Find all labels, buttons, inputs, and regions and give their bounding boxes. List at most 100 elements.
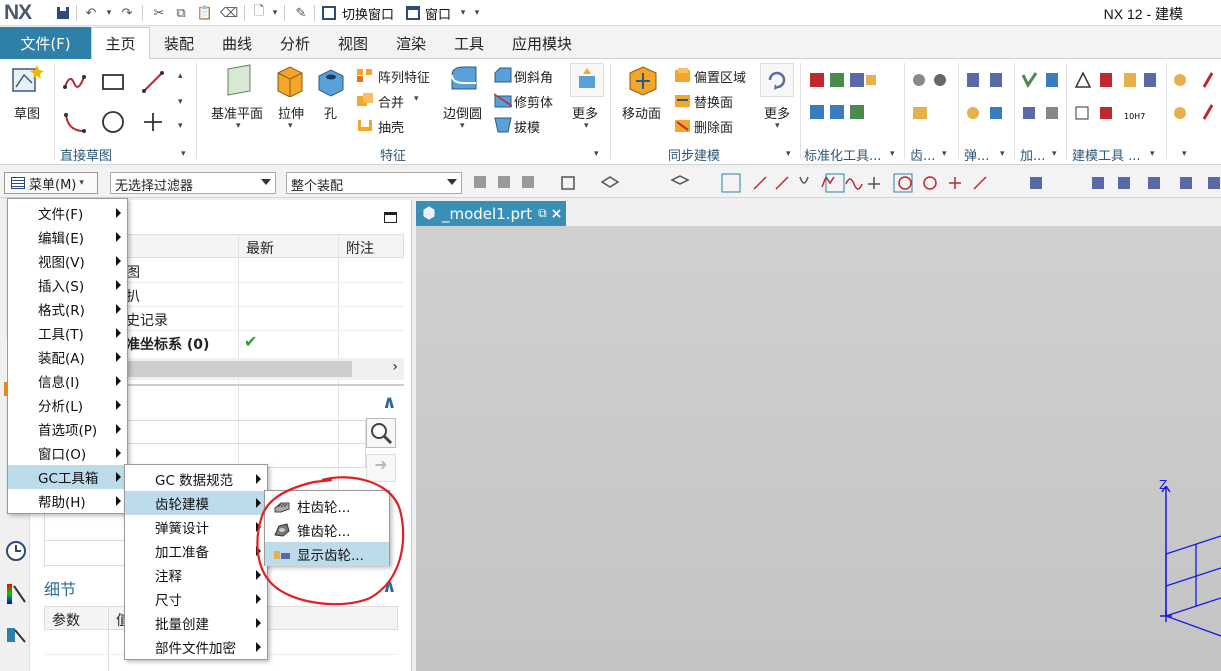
rectangle-icon[interactable]	[100, 69, 126, 99]
switch-window-button[interactable]: 切换窗口	[342, 4, 394, 23]
table-row[interactable]: 扒	[126, 286, 140, 306]
offset-region-icon[interactable]	[674, 67, 692, 87]
chamfer-icon[interactable]	[494, 67, 512, 87]
unite-icon[interactable]	[356, 92, 374, 112]
datum-csys[interactable]	[1156, 486, 1221, 671]
move-face-button[interactable]: 移动面	[622, 103, 661, 122]
pattern-feature-icon[interactable]	[356, 67, 374, 87]
tab-file[interactable]: 文件(F)	[0, 27, 91, 59]
pin-icon[interactable]: ⧉	[538, 206, 547, 221]
datum-plane-button[interactable]: 基准平面	[211, 103, 263, 122]
menu-item-spring-design[interactable]: 弹簧设计	[125, 515, 267, 539]
cut-icon[interactable]: ✂	[150, 4, 168, 22]
circle-icon[interactable]	[100, 109, 126, 139]
tab-curve[interactable]: 曲线	[210, 27, 264, 59]
menu-item-annotation[interactable]: 注释	[125, 563, 267, 587]
switch-window-icon[interactable]	[320, 4, 338, 22]
menu-item-assembly[interactable]: 装配(A)	[8, 345, 127, 369]
extra-tools[interactable]	[1172, 71, 1218, 131]
dropdown-arrow-icon[interactable]: ▾	[288, 121, 293, 131]
edge-blend-button[interactable]: 边倒圆	[443, 103, 482, 122]
menu-item-file[interactable]: 文件(F)	[8, 201, 127, 225]
close-icon[interactable]: ×	[551, 206, 563, 222]
menu-item-gc-toolbox[interactable]: GC工具箱	[8, 465, 127, 489]
move-face-icon[interactable]	[626, 63, 660, 101]
pencil-icon[interactable]: ✎	[292, 4, 310, 22]
menu-item-format[interactable]: 格式(R)	[8, 297, 127, 321]
edge-blend-icon[interactable]	[448, 63, 480, 101]
snap-point-toolbar[interactable]	[470, 172, 1220, 194]
tab-analysis[interactable]: 分析	[268, 27, 322, 59]
more-sync-icon[interactable]	[760, 63, 794, 97]
standardization-tools[interactable]	[808, 71, 878, 131]
menu-item-gc-data-spec[interactable]: GC 数据规范	[125, 467, 267, 491]
extrude-button[interactable]: 拉伸	[278, 103, 304, 122]
trim-body-icon[interactable]	[493, 92, 513, 112]
extrude-icon[interactable]	[274, 63, 306, 101]
undo-icon[interactable]: ↶	[82, 4, 100, 22]
spring-tools[interactable]	[964, 71, 1010, 131]
group-dropdown-icon[interactable]: ▾	[1052, 149, 1057, 159]
table-row[interactable]: 史记录	[126, 310, 168, 330]
palette-icon[interactable]	[5, 582, 27, 610]
shell-icon[interactable]	[356, 117, 374, 137]
delete-icon[interactable]: ⌫	[220, 4, 238, 22]
shell-button[interactable]: 抽壳	[378, 117, 404, 136]
menu-item-edit[interactable]: 编辑(E)	[8, 225, 127, 249]
more-sketch-icon[interactable]: ▾	[178, 121, 183, 131]
delete-face-icon[interactable]	[674, 117, 692, 137]
menu-item-preferences[interactable]: 首选项(P)	[8, 417, 127, 441]
hole-button[interactable]: 孔	[324, 103, 337, 122]
copy-icon[interactable]: ⧉	[172, 4, 190, 22]
tab-view[interactable]: 视图	[326, 27, 380, 59]
menu-item-tools[interactable]: 工具(T)	[8, 321, 127, 345]
replace-face-button[interactable]: 替换面	[694, 92, 733, 111]
window-menu-button[interactable]: 窗口	[425, 4, 451, 23]
group-dropdown-icon[interactable]: ▾	[181, 149, 186, 159]
replace-face-icon[interactable]	[674, 92, 692, 112]
tab-home[interactable]: 主页	[91, 27, 150, 59]
redo-icon[interactable]: ↷	[118, 4, 136, 22]
tab-render[interactable]: 渲染	[384, 27, 438, 59]
group-dropdown-icon[interactable]: ▾	[890, 149, 895, 159]
menu-item-dimension[interactable]: 尺寸	[125, 587, 267, 611]
menu-item-window[interactable]: 窗口(O)	[8, 441, 127, 465]
selection-scope-combo[interactable]: 整个装配	[286, 172, 462, 194]
gear-tools[interactable]	[910, 71, 956, 131]
tab-assembly[interactable]: 装配	[152, 27, 206, 59]
more-sync-button[interactable]: 更多	[764, 103, 790, 122]
dropdown-arrow-icon[interactable]: ▾	[236, 121, 241, 131]
modeling-tools[interactable]: 10H7	[1074, 71, 1164, 131]
collapse-icon[interactable]: ∧	[382, 392, 397, 413]
menu-item-insert[interactable]: 插入(S)	[8, 273, 127, 297]
dropdown-arrow-icon[interactable]: ▾	[266, 4, 284, 22]
customize-toolbar-icon[interactable]: ▾	[468, 4, 486, 22]
dropdown-arrow-icon[interactable]: ▾	[584, 121, 589, 131]
menu-item-help[interactable]: 帮助(H)	[8, 489, 127, 513]
unite-button[interactable]: 合并	[378, 92, 404, 111]
document-tab[interactable]: _model1.prt ⧉ ×	[416, 201, 566, 226]
tab-tools[interactable]: 工具	[442, 27, 496, 59]
selection-filter-combo[interactable]: 无选择过滤器	[110, 172, 276, 194]
menu-item-info[interactable]: 信息(I)	[8, 369, 127, 393]
sketch-button[interactable]: 草图	[14, 103, 40, 122]
more-features-icon[interactable]	[570, 63, 604, 97]
pattern-feature-button[interactable]: 阵列特征	[378, 67, 430, 86]
tab-applications[interactable]: 应用模块	[500, 27, 584, 59]
scroll-up-icon[interactable]: ▴	[178, 71, 183, 81]
sketch-icon[interactable]	[10, 63, 44, 97]
line-icon[interactable]	[140, 69, 166, 99]
paste-icon[interactable]: 📋	[196, 4, 214, 22]
menu-item-analysis[interactable]: 分析(L)	[8, 393, 127, 417]
dropdown-arrow-icon[interactable]: ▾	[460, 121, 465, 131]
group-dropdown-icon[interactable]: ▾	[1000, 149, 1005, 159]
group-dropdown-icon[interactable]: ▾	[786, 149, 791, 159]
machining-tools[interactable]	[1020, 71, 1066, 131]
profile-icon[interactable]	[62, 69, 88, 99]
delete-face-button[interactable]: 删除面	[694, 117, 733, 136]
window-icon[interactable]	[404, 4, 422, 22]
dropdown-arrow-icon[interactable]: ▾	[775, 121, 780, 131]
chamfer-button[interactable]: 倒斜角	[514, 67, 553, 86]
scroll-down-icon[interactable]: ▾	[178, 97, 183, 107]
group-dropdown-icon[interactable]: ▾	[942, 149, 947, 159]
